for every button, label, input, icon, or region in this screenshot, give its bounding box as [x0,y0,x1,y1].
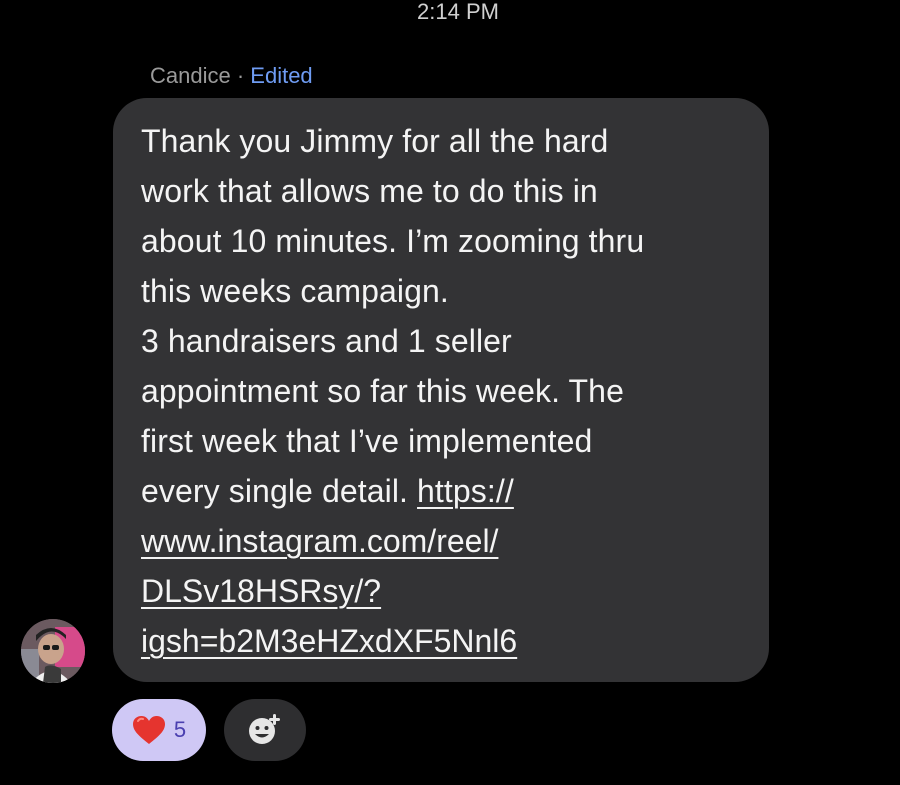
sender-line: Candice · Edited [150,62,313,90]
message-link[interactable]: www.instagram.com/reel/ DLSv18HSRsy/? ig… [141,516,741,666]
sender-separator: · [230,63,251,88]
add-reaction-button[interactable] [224,699,306,761]
heart-icon [132,716,165,744]
sender-name: Candice [150,63,231,88]
avatar-image [21,619,85,683]
add-reaction-icon [249,714,280,744]
message-link-start[interactable]: https:// [417,473,514,509]
message-bubble[interactable]: Thank you Jimmy for all the hard work th… [113,98,769,682]
message-body-text: Thank you Jimmy for all the hard work th… [141,123,645,509]
message-body: Thank you Jimmy for all the hard work th… [141,116,741,516]
heart-reaction-pill[interactable]: 5 [112,699,206,761]
heart-reaction-count: 5 [173,717,187,742]
sender-avatar[interactable] [21,619,85,683]
edited-label[interactable]: Edited [250,63,312,88]
message-timestamp: 2:14 PM [417,0,499,24]
